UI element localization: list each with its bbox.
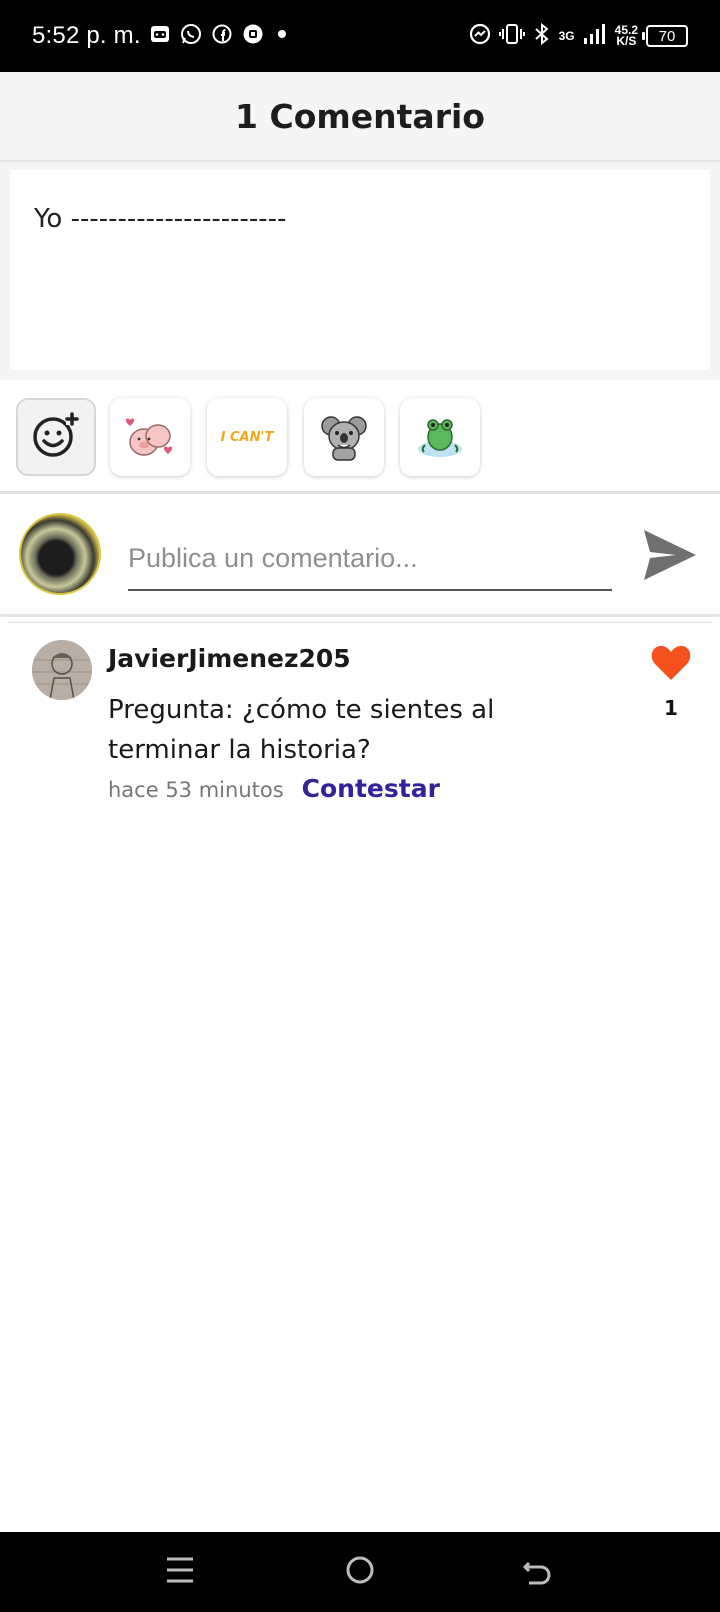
sticker-bar: I CAN'T — [0, 380, 720, 494]
comment-input-row — [0, 497, 720, 617]
back-icon — [522, 1555, 553, 1590]
page-title: 1 Comentario — [235, 96, 485, 136]
net-speed: 45.2 K/S — [615, 24, 638, 48]
compose-textarea[interactable]: Yo ----------------------- — [10, 170, 710, 370]
home-icon — [345, 1555, 375, 1590]
heart-icon — [650, 645, 692, 686]
system-icons: 3G 45.2 K/S 70 — [469, 20, 688, 52]
add-sticker-button[interactable] — [16, 398, 96, 476]
reply-button[interactable]: Contestar — [302, 774, 440, 803]
dot-icon — [274, 26, 290, 47]
koala-sticker[interactable] — [304, 398, 384, 476]
status-time: 5:52 p. m. — [32, 22, 141, 49]
menu-button[interactable] — [158, 1550, 202, 1594]
messenger-circle-icon — [469, 23, 491, 50]
frog-sticker[interactable] — [400, 398, 480, 476]
comment-username[interactable]: JavierJimenez205 — [108, 644, 351, 673]
facebook-icon — [212, 24, 232, 49]
compose-text: Yo ----------------------- — [34, 204, 287, 234]
whatsapp-icon — [180, 23, 202, 50]
signal-icon — [583, 23, 607, 50]
like-button[interactable] — [650, 644, 692, 684]
menu-icon — [165, 1556, 195, 1589]
like-count: 1 — [664, 696, 678, 720]
home-button[interactable] — [338, 1550, 382, 1594]
navigation-bar — [0, 1532, 720, 1612]
back-button[interactable] — [516, 1550, 560, 1594]
compose-panel: Yo ----------------------- — [0, 162, 720, 380]
net-speed-unit: K/S — [616, 34, 637, 48]
comment-timestamp: hace 53 minutos — [108, 778, 284, 802]
comment-text: Pregunta: ¿cómo te sientes al terminar l… — [108, 695, 495, 765]
battery-icon: 70 — [642, 25, 688, 47]
gamepad-icon — [150, 24, 170, 49]
commenter-avatar[interactable] — [32, 640, 92, 700]
battery-level: 70 — [658, 27, 676, 45]
comment-item: JavierJimenez205 Pregunta: ¿cómo te sien… — [0, 624, 720, 814]
i-cant-sticker[interactable]: I CAN'T — [207, 398, 287, 476]
bluetooth-icon — [533, 22, 551, 51]
add-sticker-icon — [32, 411, 80, 464]
header: 1 Comentario — [0, 72, 720, 162]
divider — [8, 622, 712, 623]
send-button[interactable] — [638, 527, 702, 587]
comment-input[interactable] — [128, 527, 612, 591]
i-cant-sticker-text: I CAN'T — [220, 429, 274, 445]
status-bar: 5:52 p. m. 3G 45.2 K/S 70 — [0, 0, 720, 72]
comment-meta: hace 53 minutos Contestar — [108, 774, 440, 803]
pig-love-sticker[interactable] — [110, 398, 190, 476]
avatar — [19, 513, 101, 595]
messenger-icon — [242, 23, 264, 50]
vibrate-icon — [498, 23, 525, 50]
notification-icons — [150, 22, 290, 50]
network-type: 3G — [558, 28, 575, 43]
send-icon — [642, 528, 698, 587]
